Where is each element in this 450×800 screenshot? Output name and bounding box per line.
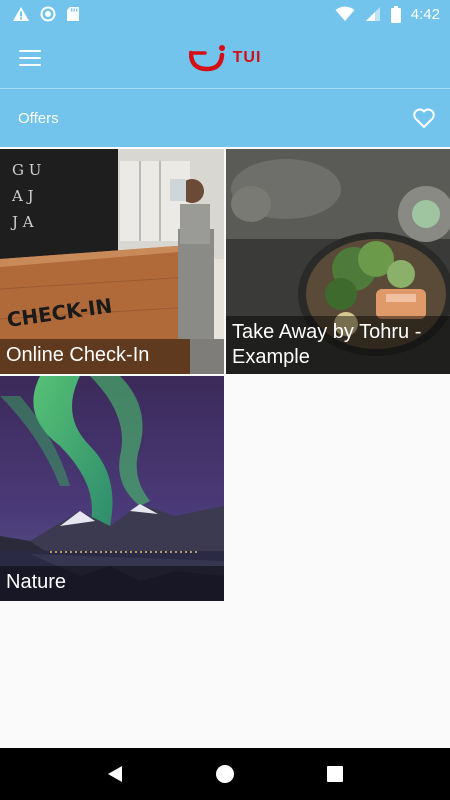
hamburger-menu-icon[interactable] [18, 46, 42, 70]
svg-text:J A: J A [10, 213, 34, 231]
logo-text: TUI [232, 49, 262, 66]
sd-card-icon [67, 7, 79, 21]
svg-text:A J: A J [11, 187, 34, 205]
recents-icon[interactable] [326, 765, 344, 783]
offer-tile-take-away[interactable]: Take Away by Tohru - Example [226, 149, 450, 374]
wifi-icon [335, 6, 355, 22]
offer-tile-nature[interactable]: Nature [0, 376, 224, 601]
offer-caption: Online Check-In [0, 339, 224, 374]
offer-tile-check-in[interactable]: G U A J J A CHECK-IN Online Check-In [0, 149, 224, 374]
status-right-icons: 4:42 [335, 5, 440, 23]
navigation-bar [0, 748, 450, 800]
battery-icon [390, 5, 401, 23]
offer-caption: Take Away by Tohru - Example [226, 316, 450, 374]
status-left-icons [12, 6, 80, 22]
offers-header: Offers [0, 89, 450, 147]
home-icon[interactable] [215, 764, 235, 784]
warning-icon [13, 7, 29, 21]
signal-icon [365, 7, 380, 21]
page-title: Offers [18, 109, 59, 127]
status-time: 4:42 [410, 5, 440, 23]
app-bar: TUI [0, 28, 450, 88]
offer-caption: Nature [0, 566, 224, 601]
svg-text:G U: G U [12, 161, 41, 179]
data-saver-icon [40, 6, 56, 22]
heart-outline-icon[interactable] [412, 107, 436, 129]
back-icon[interactable] [106, 765, 124, 783]
status-bar: 4:42 [0, 0, 450, 28]
tui-logo: TUI [188, 44, 262, 72]
tui-smile-icon [188, 45, 225, 72]
